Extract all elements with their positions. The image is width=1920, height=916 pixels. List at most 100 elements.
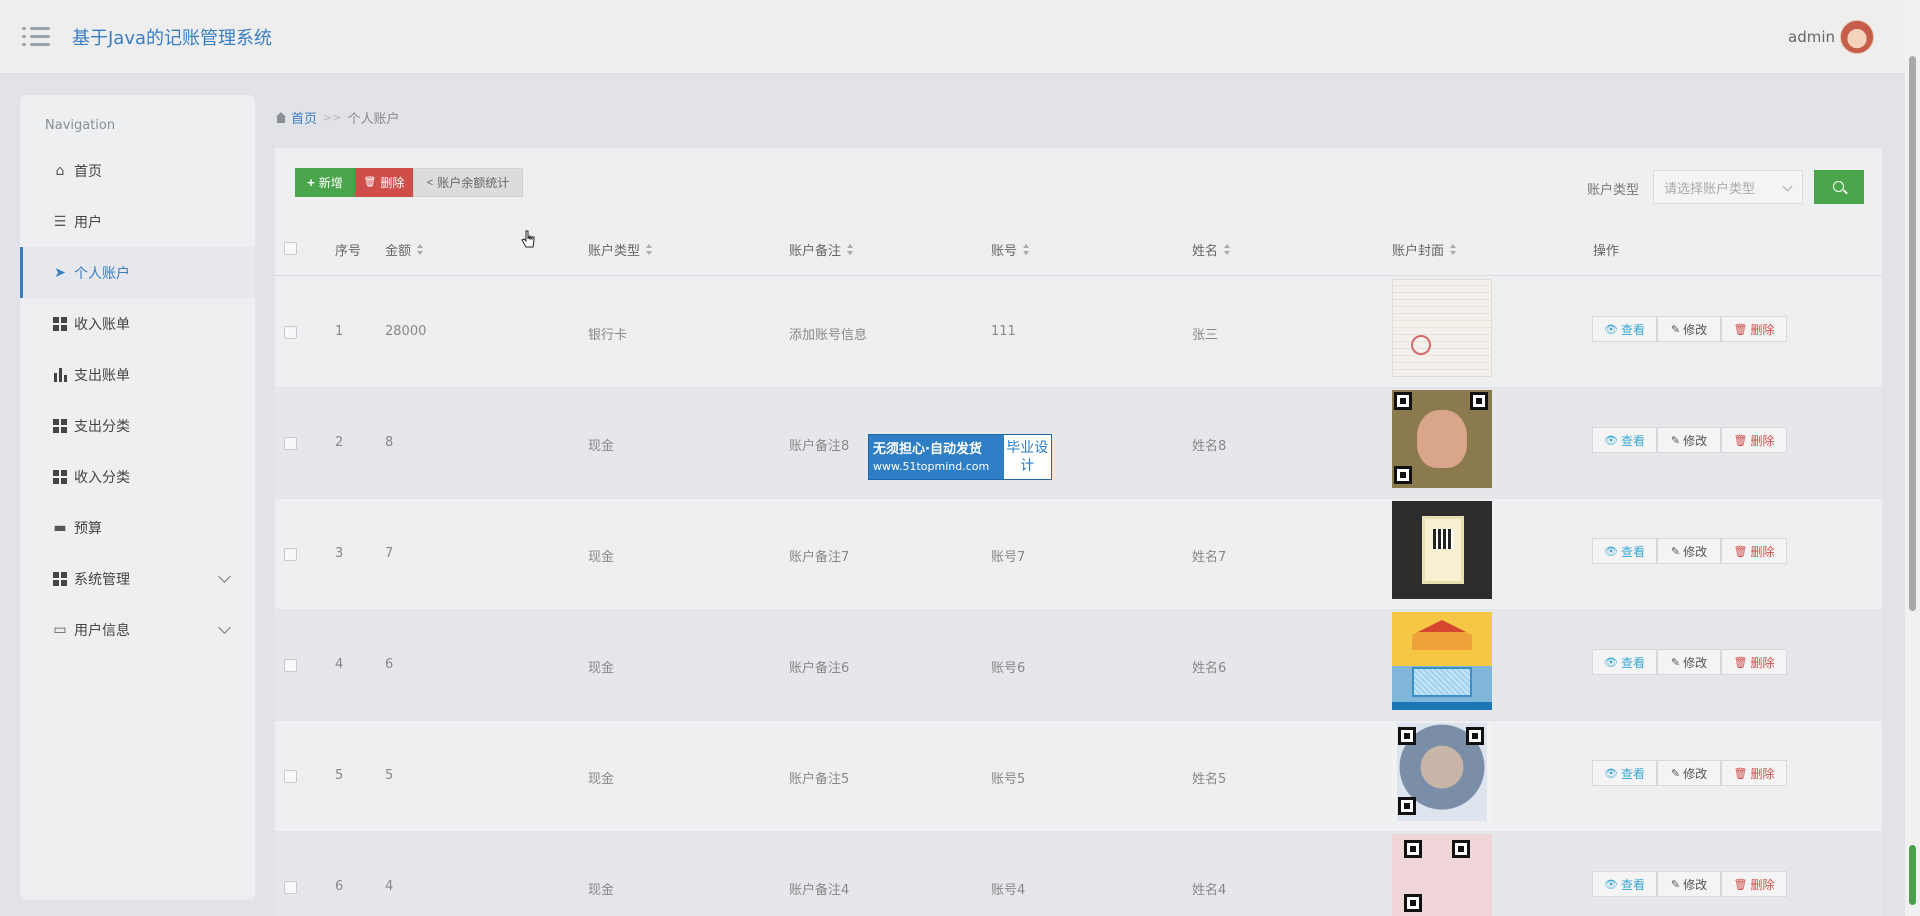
- table-row: 2 8 现金 账户备注8 姓名8 👁 查看 ✎ 修改 🗑 删除: [275, 388, 1882, 499]
- trash-icon: 🗑: [1733, 655, 1748, 669]
- breadcrumb-separator: >>: [323, 111, 342, 124]
- column-header-name[interactable]: 姓名: [1192, 240, 1231, 259]
- scrollbar-thumb[interactable]: [1909, 56, 1916, 611]
- row-actions: 👁 查看 ✎ 修改 🗑 删除: [1592, 316, 1787, 342]
- row-delete-button[interactable]: 🗑 删除: [1721, 760, 1787, 786]
- edit-button[interactable]: ✎ 修改: [1657, 538, 1721, 564]
- sidebar-item-budget[interactable]: ▬ 预算: [20, 502, 255, 553]
- chevron-down-icon: [218, 621, 231, 634]
- cell-note: 账户备注6: [789, 661, 850, 676]
- cartoon-face-image: [1417, 410, 1467, 468]
- view-button[interactable]: 👁 查看: [1592, 427, 1657, 453]
- cell-note: 账户备注8: [789, 439, 850, 454]
- sort-icon[interactable]: [646, 243, 653, 256]
- account-cover-image[interactable]: [1392, 279, 1492, 377]
- sort-icon[interactable]: [1450, 243, 1457, 256]
- sort-icon[interactable]: [417, 243, 424, 256]
- watermark-banner: 无须担心·自动发货 www.51topmind.com 毕业设计: [868, 434, 1052, 480]
- column-header-type[interactable]: 账户类型: [588, 240, 653, 259]
- sort-icon[interactable]: [1224, 243, 1231, 256]
- column-header-note[interactable]: 账户备注: [789, 240, 854, 259]
- row-checkbox[interactable]: [284, 881, 297, 894]
- grid-icon: [52, 418, 68, 434]
- watermark-line1: 无须担心·自动发货: [873, 442, 982, 457]
- select-all-checkbox[interactable]: [284, 242, 297, 255]
- breadcrumb-home[interactable]: 首页: [275, 108, 317, 127]
- view-button[interactable]: 👁 查看: [1592, 316, 1657, 342]
- pool-illustration: [1412, 667, 1472, 697]
- cell-index: 3: [335, 546, 344, 561]
- username-label[interactable]: admin: [1788, 28, 1835, 46]
- account-cover-image[interactable]: [1392, 834, 1492, 916]
- cell-type: 现金: [588, 661, 615, 676]
- account-cover-image[interactable]: [1392, 501, 1492, 599]
- row-delete-button[interactable]: 🗑 删除: [1721, 871, 1787, 897]
- sidebar-item-personal-account[interactable]: ➤ 个人账户: [20, 247, 255, 298]
- view-button[interactable]: 👁 查看: [1592, 538, 1657, 564]
- sidebar-item-income-bills[interactable]: 收入账单: [20, 298, 255, 349]
- eye-icon: 👁: [1604, 322, 1618, 336]
- cell-account: 账号4: [991, 883, 1026, 898]
- row-checkbox[interactable]: [284, 770, 297, 783]
- row-delete-button[interactable]: 🗑 删除: [1721, 538, 1787, 564]
- add-button[interactable]: + 新增: [295, 168, 355, 197]
- cell-amount: 28000: [385, 324, 427, 339]
- cell-index: 2: [335, 435, 344, 450]
- cell-index: 1: [335, 324, 344, 339]
- grid-icon: [52, 469, 68, 485]
- sidebar-item-expense-categories[interactable]: 支出分类: [20, 400, 255, 451]
- avatar[interactable]: [1840, 20, 1874, 54]
- edit-button[interactable]: ✎ 修改: [1657, 871, 1721, 897]
- cell-name: 张三: [1192, 328, 1219, 343]
- qr-code-icon: [1394, 392, 1412, 410]
- qr-frame-image: [1422, 516, 1464, 584]
- account-cover-image[interactable]: [1392, 723, 1492, 821]
- delete-button[interactable]: 🗑 删除: [355, 168, 413, 197]
- row-checkbox[interactable]: [284, 548, 297, 561]
- column-header-cover[interactable]: 账户封面: [1392, 240, 1457, 259]
- edit-button[interactable]: ✎ 修改: [1657, 427, 1721, 453]
- column-header-account[interactable]: 账号: [991, 240, 1030, 259]
- balance-stats-button[interactable]: < 账户余额统计: [413, 168, 523, 197]
- sidebar-item-expense-bills[interactable]: 支出账单: [20, 349, 255, 400]
- menu-toggle-icon[interactable]: [22, 25, 50, 49]
- breadcrumb-home-label[interactable]: 首页: [291, 108, 317, 127]
- page-scrollbar[interactable]: [1905, 0, 1920, 916]
- view-button[interactable]: 👁 查看: [1592, 649, 1657, 675]
- account-cover-image[interactable]: [1392, 612, 1492, 710]
- sidebar-item-system-management[interactable]: 系统管理: [20, 553, 255, 604]
- edit-button[interactable]: ✎ 修改: [1657, 649, 1721, 675]
- row-checkbox[interactable]: [284, 659, 297, 672]
- row-delete-button[interactable]: 🗑 删除: [1721, 316, 1787, 342]
- sidebar-item-home[interactable]: ⌂ 首页: [20, 145, 255, 196]
- qr-code-icon: [1394, 466, 1412, 484]
- column-header-amount[interactable]: 金额: [385, 240, 424, 259]
- edit-button[interactable]: ✎ 修改: [1657, 760, 1721, 786]
- view-button[interactable]: 👁 查看: [1592, 871, 1657, 897]
- account-cover-image[interactable]: [1392, 390, 1492, 488]
- account-type-select[interactable]: 请选择账户类型: [1653, 170, 1803, 204]
- trash-icon: 🗑: [1733, 766, 1748, 780]
- sort-icon[interactable]: [847, 243, 854, 256]
- delete-button-label: 删除: [380, 176, 405, 190]
- view-button[interactable]: 👁 查看: [1592, 760, 1657, 786]
- cell-type: 现金: [588, 550, 615, 565]
- cell-note: 账户备注4: [789, 883, 850, 898]
- search-button[interactable]: [1814, 170, 1864, 204]
- sidebar-item-income-categories[interactable]: 收入分类: [20, 451, 255, 502]
- sidebar-item-user-info[interactable]: ▭ 用户信息: [20, 604, 255, 655]
- trash-icon: 🗑: [1733, 544, 1748, 558]
- table-row: 6 4 现金 账户备注4 账号4 姓名4 👁 查看 ✎ 修改 🗑 删除: [275, 832, 1882, 916]
- cell-amount: 8: [385, 435, 394, 450]
- grid-icon: [52, 316, 68, 332]
- row-delete-button[interactable]: 🗑 删除: [1721, 649, 1787, 675]
- row-checkbox[interactable]: [284, 326, 297, 339]
- table-row: 3 7 现金 账户备注7 账号7 姓名7 👁 查看 ✎ 修改 🗑 删除: [275, 499, 1882, 610]
- cell-account: 111: [991, 324, 1016, 339]
- edit-button[interactable]: ✎ 修改: [1657, 316, 1721, 342]
- cell-name: 姓名5: [1192, 772, 1227, 787]
- sidebar-item-users[interactable]: ☰ 用户: [20, 196, 255, 247]
- row-checkbox[interactable]: [284, 437, 297, 450]
- row-delete-button[interactable]: 🗑 删除: [1721, 427, 1787, 453]
- sort-icon[interactable]: [1023, 243, 1030, 256]
